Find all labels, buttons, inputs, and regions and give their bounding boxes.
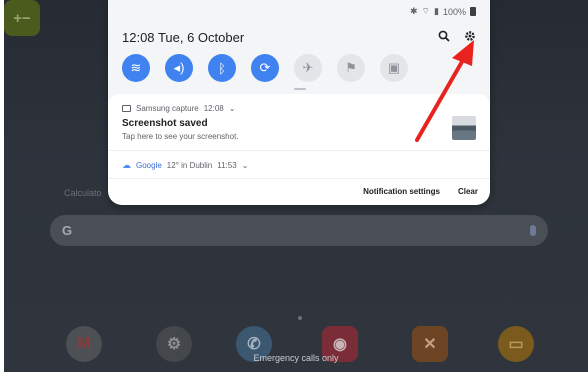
chevron-down-icon[interactable]: ⌄ (229, 104, 236, 113)
notification-footer: Notification settings Clear (363, 187, 478, 196)
clock-date: 12:08 Tue, 6 October (122, 30, 244, 45)
notification-settings-button[interactable]: Notification settings (363, 187, 440, 196)
notification-title: Screenshot saved (122, 118, 208, 129)
google-g-icon: G (62, 223, 73, 238)
sound-icon: ◂) (173, 60, 185, 75)
airplane-mode-toggle[interactable]: ✈ (294, 54, 322, 82)
power-saving-icon: ▣ (387, 60, 401, 75)
weather-notification[interactable]: ☁ Google 12° in Dublin 11:53 ⌄ (122, 160, 248, 171)
notification-time: 12:08 (203, 104, 224, 113)
power-saving-toggle[interactable]: ▣ (380, 54, 408, 82)
auto-rotate-toggle[interactable]: ⟳ (251, 54, 279, 82)
bluetooth-icon: ✱ (410, 6, 418, 16)
cloud-icon: ☁ (122, 160, 131, 170)
bluetooth-icon: ᛒ (218, 60, 226, 76)
image-icon (122, 105, 131, 112)
gear-icon[interactable] (464, 30, 476, 45)
panel-top-icons (438, 30, 476, 45)
emergency-calls-text: Emergency calls only (253, 353, 339, 363)
auto-rotate-icon: ⟳ (259, 60, 271, 75)
weather-details: 12° in Dublin (166, 161, 213, 170)
panel-drag-handle[interactable] (294, 88, 306, 90)
battery-percentage: 100% (442, 6, 466, 17)
status-bar: ✱ ⌔ ▮ 100% (410, 6, 476, 17)
wifi-icon: ⌔ (421, 6, 431, 16)
clock-time: 12:08 (122, 30, 155, 45)
search-icon[interactable] (438, 30, 450, 45)
calculator-app-icon[interactable]: +− (4, 0, 40, 36)
notification-panel: ✱ ⌔ ▮ 100% 12:08 Tue, 6 October ≋ ◂) ᛒ ⟳… (108, 0, 490, 205)
battery-icon (470, 7, 476, 16)
bluetooth-toggle[interactable]: ᛒ (208, 54, 236, 82)
calculator-app-label: Calculato (64, 188, 102, 198)
screenshot-thumbnail[interactable] (452, 116, 476, 140)
notification-time: 11:53 (217, 161, 237, 170)
google-search-bar[interactable]: G (50, 215, 548, 246)
microphone-icon[interactable] (530, 225, 536, 236)
sound-toggle[interactable]: ◂) (165, 54, 193, 82)
notification-app-name: Google (136, 161, 162, 170)
chevron-down-icon[interactable]: ⌄ (242, 161, 249, 170)
quick-settings-row: ≋ ◂) ᛒ ⟳ ✈ ⚑ ▣ (122, 54, 408, 82)
divider (108, 150, 490, 151)
divider (108, 178, 490, 179)
wifi-toggle[interactable]: ≋ (122, 54, 150, 82)
clear-button[interactable]: Clear (458, 187, 478, 196)
notification-card: Samsung capture 12:08 ⌄ Screenshot saved… (108, 94, 490, 205)
notification-header: Samsung capture 12:08 ⌄ (122, 104, 235, 113)
flashlight-toggle[interactable]: ⚑ (337, 54, 365, 82)
wifi-icon: ≋ (130, 60, 142, 75)
notification-body: Tap here to see your screenshot. (122, 132, 239, 141)
date-text: Tue, 6 October (157, 30, 245, 45)
flashlight-icon: ⚑ (345, 60, 357, 75)
device-screen: +− Calculato G M ⚙ ✆ ◉ ✕ ▭ Emergency cal… (4, 0, 588, 372)
notification-app-name: Samsung capture (136, 104, 199, 113)
signal-icon: ▮ (434, 6, 439, 16)
page-indicator (298, 316, 302, 320)
airplane-mode-icon: ✈ (302, 60, 314, 75)
